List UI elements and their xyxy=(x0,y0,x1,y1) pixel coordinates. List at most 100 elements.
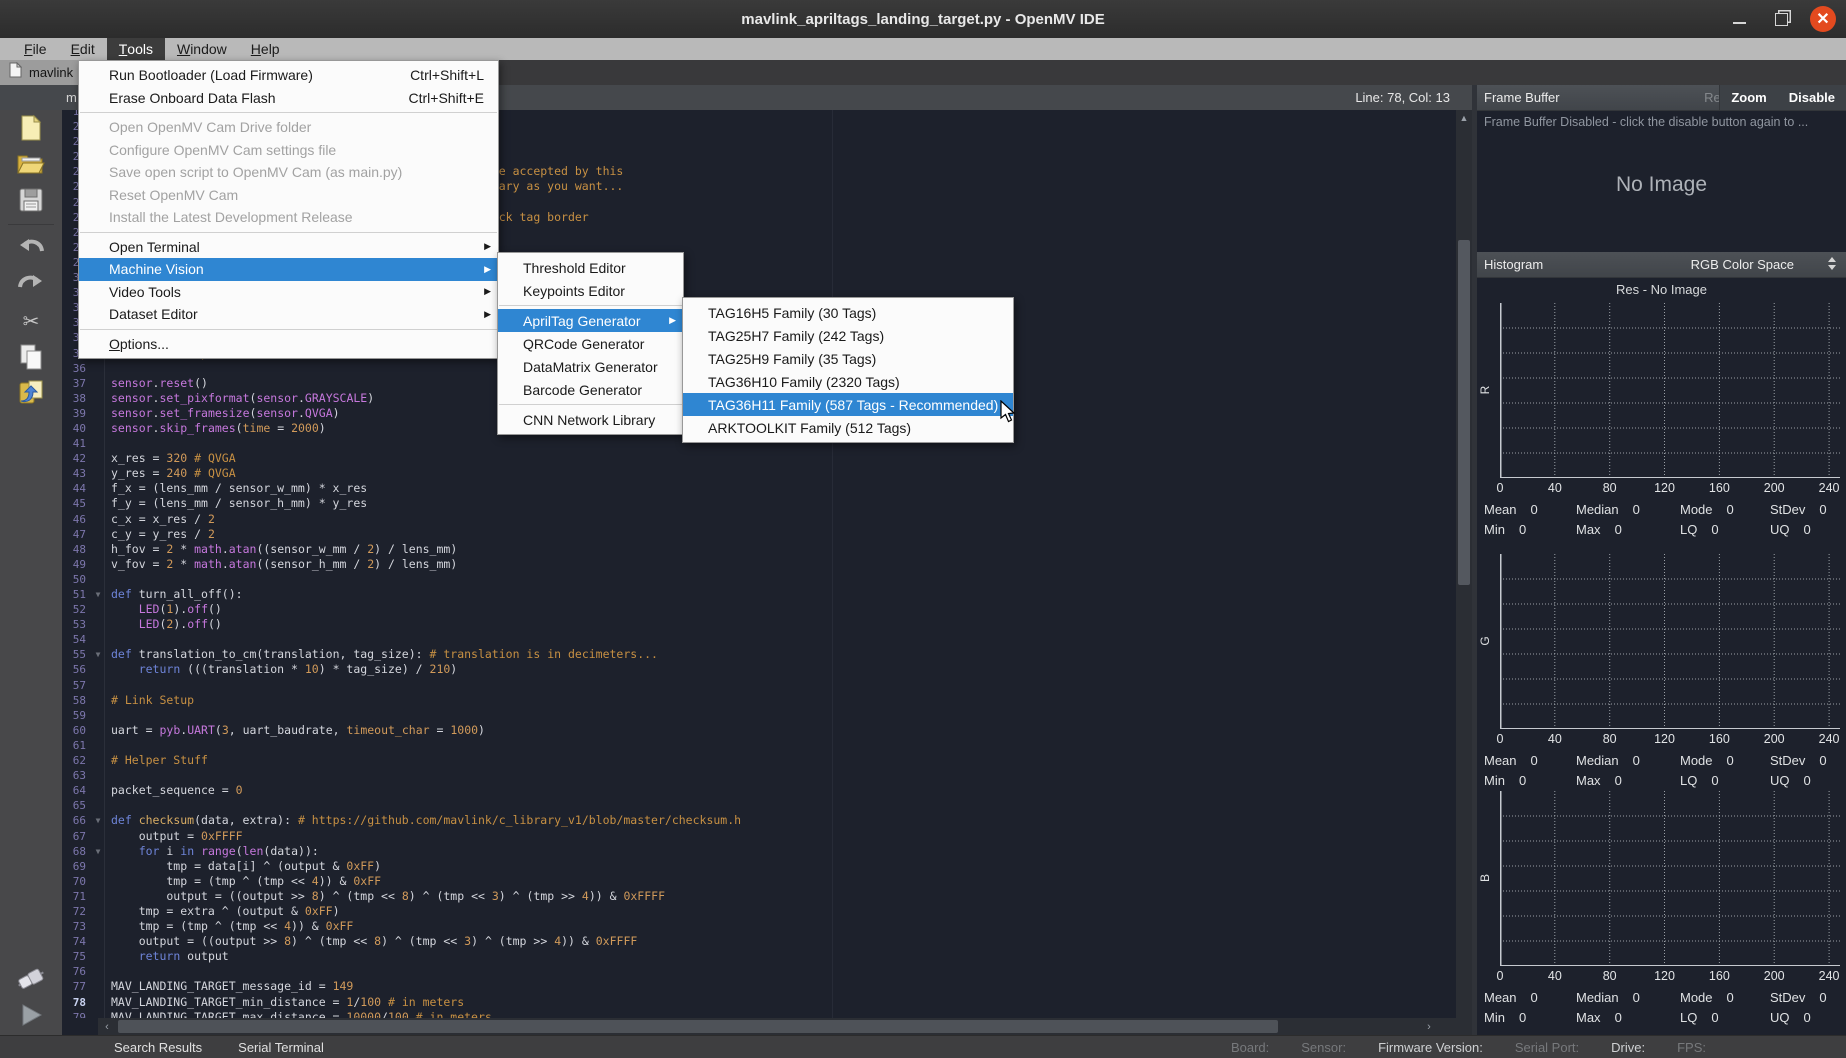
vertical-scroll-thumb[interactable] xyxy=(1458,240,1470,585)
code-line-54: 54 xyxy=(62,632,741,648)
stat-mean: Mean 0 xyxy=(1484,502,1538,517)
cut-icon[interactable]: ✂ xyxy=(0,303,62,339)
menu-item-dataset-editor[interactable]: Dataset Editor ▶ xyxy=(79,303,498,326)
statusbar-search-results[interactable]: Search Results xyxy=(114,1040,202,1055)
menu-bar: File Edit Tools Window Help xyxy=(0,38,1846,60)
redo-icon[interactable] xyxy=(0,267,62,303)
fold-column xyxy=(92,572,104,587)
menu-item-apriltag-generator[interactable]: AprilTag Generator ▶ xyxy=(498,309,683,332)
paste-icon[interactable] xyxy=(0,375,62,411)
channel-label: B xyxy=(1478,874,1492,883)
fold-column xyxy=(92,889,104,904)
horizontal-scroll-thumb[interactable] xyxy=(118,1020,1278,1033)
scroll-up-icon[interactable]: ▲ xyxy=(1456,110,1472,126)
save-file-icon[interactable] xyxy=(0,182,62,218)
start-icon[interactable] xyxy=(0,997,62,1033)
connect-icon[interactable] xyxy=(0,961,62,997)
line-number: 61 xyxy=(72,738,86,752)
menu-item-options[interactable]: Options... xyxy=(79,333,498,356)
fold-marker-icon[interactable]: ▼ xyxy=(92,813,104,828)
menu-item-datamatrix-generator[interactable]: DataMatrix Generator xyxy=(498,355,683,378)
zoom-button[interactable]: Zoom xyxy=(1720,90,1777,105)
menubar-item-file[interactable]: File xyxy=(12,38,59,60)
stat-min: Min 0 xyxy=(1484,522,1527,537)
menu-item-open-terminal[interactable]: Open Terminal ▶ xyxy=(79,236,498,259)
statusbar-board: Board: xyxy=(1230,1040,1270,1055)
menu-item-threshold-editor[interactable]: Threshold Editor xyxy=(498,256,683,279)
menu-item-tag36h11-family-587-tags-recommended[interactable]: TAG36H11 Family (587 Tags - Recommended) xyxy=(683,393,1013,416)
code-line-64: 64 packet_sequence = 0 xyxy=(62,783,741,799)
menubar-item-help[interactable]: Help xyxy=(239,38,292,60)
code-line-56: 56 return (((translation * 10) * tag_siz… xyxy=(62,662,741,678)
disable-button[interactable]: Disable xyxy=(1778,90,1846,105)
stat-mode: Mode 0 xyxy=(1680,990,1734,1005)
line-number: 71 xyxy=(72,889,86,903)
code-text: x_res = 320 # QVGA xyxy=(104,451,236,467)
code-text: for i in range(len(data)): xyxy=(104,843,319,859)
minimize-button[interactable] xyxy=(1726,6,1752,32)
maximize-button[interactable] xyxy=(1768,6,1794,32)
menu-separator xyxy=(80,328,497,330)
scroll-right-icon[interactable]: › xyxy=(1420,1021,1438,1033)
colorspace-select[interactable]: RGB Color Space xyxy=(1691,257,1794,272)
code-text: h_fov = 2 * math.atan((sensor_w_mm / 2) … xyxy=(104,541,457,557)
copy-icon[interactable] xyxy=(0,339,62,375)
menu-item-tag16h5-family-30-tags[interactable]: TAG16H5 Family (30 Tags) xyxy=(683,301,1013,324)
close-button[interactable]: ✕ xyxy=(1810,6,1836,32)
menubar-item-window[interactable]: Window xyxy=(165,38,239,60)
menubar-item-edit[interactable]: Edit xyxy=(59,38,107,60)
line-number: 77 xyxy=(72,980,86,994)
horizontal-scrollbar[interactable]: ‹ › xyxy=(98,1018,1438,1035)
fold-marker-icon[interactable]: ▼ xyxy=(92,844,104,859)
document-selector[interactable]: m xyxy=(66,90,77,105)
menu-item-label: Machine Vision xyxy=(109,261,204,278)
code-text: sensor.skip_frames(time = 2000) xyxy=(104,420,326,437)
submenu-arrow-icon: ▶ xyxy=(484,286,491,297)
combo-arrows-icon[interactable] xyxy=(1828,257,1836,270)
stats-row: Min 0 Max 0 LQ 0 UQ 0 xyxy=(1484,1010,1840,1030)
menu-item-run-bootloader-load-firmware[interactable]: Run Bootloader (Load Firmware) Ctrl+Shift… xyxy=(79,64,498,87)
fold-column xyxy=(92,466,104,481)
menu-item-machine-vision[interactable]: Machine Vision ▶ xyxy=(79,258,498,281)
channel-label: G xyxy=(1478,636,1492,646)
menu-item-tag36h10-family-2320-tags[interactable]: TAG36H10 Family (2320 Tags) xyxy=(683,370,1013,393)
menu-item-tag25h7-family-242-tags[interactable]: TAG25H7 Family (242 Tags) xyxy=(683,324,1013,347)
fold-marker-icon[interactable]: ▼ xyxy=(92,587,104,602)
menu-item-label: Install the Latest Development Release xyxy=(109,209,353,226)
histogram-header: Histogram RGB Color Space xyxy=(1477,252,1846,278)
open-file-icon[interactable] xyxy=(0,146,62,182)
stat-min: Min 0 xyxy=(1484,773,1527,788)
code-text: def translation_to_cm(translation, tag_s… xyxy=(104,647,658,663)
line-number: 70 xyxy=(72,874,86,888)
fold-column xyxy=(92,995,104,1010)
fold-marker-icon[interactable]: ▼ xyxy=(92,647,104,662)
menu-item-video-tools[interactable]: Video Tools ▶ xyxy=(79,281,498,304)
menu-item-shortcut: Ctrl+Shift+E xyxy=(408,89,484,106)
statusbar-firmware-version: Firmware Version: xyxy=(1378,1040,1483,1055)
line-number: 60 xyxy=(72,723,86,737)
fold-column xyxy=(92,542,104,557)
menubar-item-tools[interactable]: Tools xyxy=(106,38,165,60)
undo-icon[interactable] xyxy=(0,231,62,267)
new-file-icon[interactable] xyxy=(0,110,62,146)
menu-item-keypoints-editor[interactable]: Keypoints Editor xyxy=(498,279,683,302)
fold-column xyxy=(92,406,104,421)
stat-stdev: StDev 0 xyxy=(1770,753,1827,768)
line-number: 46 xyxy=(72,512,86,526)
scroll-left-icon[interactable]: ‹ xyxy=(98,1021,116,1033)
vertical-scrollbar[interactable]: ▲ ▼ xyxy=(1456,110,1472,1035)
menu-item-tag25h9-family-35-tags[interactable]: TAG25H9 Family (35 Tags) xyxy=(683,347,1013,370)
submenu-arrow-icon: ▶ xyxy=(484,263,491,274)
statusbar-serial-terminal[interactable]: Serial Terminal xyxy=(238,1040,324,1055)
code-text: sensor.set_pixformat(sensor.GRAYSCALE) xyxy=(104,390,374,406)
code-text xyxy=(104,677,118,693)
fold-column xyxy=(92,436,104,451)
menu-item-cnn-network-library[interactable]: CNN Network Library xyxy=(498,408,683,431)
menu-item-arktoolkit-family-512-tags[interactable]: ARKTOOLKIT Family (512 Tags) xyxy=(683,416,1013,439)
stats-row: Mean 0 Median 0 Mode 0 StDev 0 xyxy=(1484,753,1840,773)
menu-item-barcode-generator[interactable]: Barcode Generator xyxy=(498,378,683,401)
line-number: 37 xyxy=(72,376,86,390)
menu-item-qrcode-generator[interactable]: QRCode Generator xyxy=(498,332,683,355)
menu-item-erase-onboard-data-flash[interactable]: Erase Onboard Data Flash Ctrl+Shift+E xyxy=(79,87,498,110)
menu-item-label: Reset OpenMV Cam xyxy=(109,186,239,203)
